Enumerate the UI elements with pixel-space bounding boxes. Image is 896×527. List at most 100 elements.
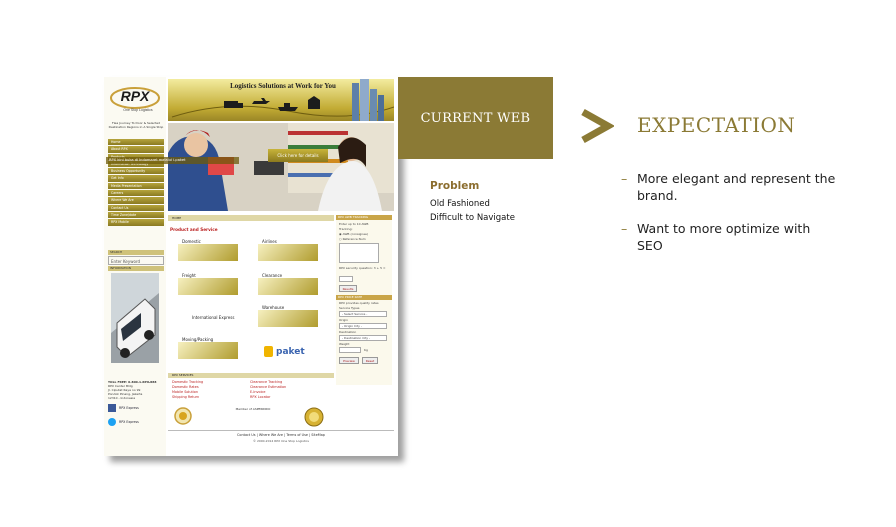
footer-copyright: © 2000-2014 RPX One Stop Logistics (253, 439, 309, 443)
expectation-title: EXPECTATION (637, 113, 796, 137)
service-label: Service Types (339, 306, 360, 310)
dash-icon: – (621, 171, 628, 186)
results-button[interactable]: Results (339, 285, 357, 292)
transport-icons (171, 79, 394, 121)
svg-text:RPX: RPX (121, 88, 151, 104)
nav-item[interactable]: Get Info (108, 175, 164, 182)
nav-item[interactable]: Home (108, 139, 164, 146)
asperindo-label: Member of ASPERINDO (235, 407, 271, 411)
ipaket-i-icon (264, 346, 273, 357)
rpx-logo: RPX One Stop Logistics (110, 87, 160, 112)
search-label: SEARCH (108, 250, 164, 255)
expectation-item: – Want to more optimize with SEO (621, 220, 831, 256)
details-button[interactable]: Click here for details (268, 149, 328, 162)
origin-label: Origin (339, 318, 349, 322)
nav-item[interactable]: Contact Us (108, 204, 164, 211)
awb-textarea[interactable] (339, 243, 379, 263)
facebook-link[interactable]: RPX Express (108, 403, 164, 413)
option-awb[interactable]: ◉ AWB (consignee) (339, 232, 391, 236)
service-tile[interactable]: Warehouse (258, 303, 318, 327)
option-reference[interactable]: ○ Reference Num (339, 237, 391, 241)
tracking-panel: RPX AWB TRACKING Enter up to 10 AWB Trac… (336, 215, 392, 385)
current-web-block: CURRENT WEB (398, 77, 553, 159)
quality-seal-icon (304, 407, 324, 427)
nav-item[interactable]: Where We Are (108, 197, 164, 204)
ipaket-label: paket (276, 347, 305, 357)
security-question: RPX security question: 3 + 5 = (339, 266, 386, 270)
twitter-label: RPX Express (119, 420, 139, 424)
weight-label: Weight (339, 342, 350, 346)
expectation-text: More elegant and represent the brand. (637, 171, 836, 203)
nav-item[interactable]: Business Opportunity (108, 168, 164, 175)
security-input[interactable] (339, 276, 353, 282)
service-tile[interactable]: Domestic (178, 237, 238, 261)
weight-unit: Kg (364, 348, 368, 352)
box-icon (178, 342, 238, 359)
hero-image (168, 123, 394, 211)
nav-item[interactable]: Time Zone/date (108, 211, 164, 219)
problem-title: Problem (430, 180, 480, 192)
service-tile[interactable]: Freight (178, 271, 238, 295)
current-website-screenshot: RPX One Stop Logistics Flea Journey To D… (104, 77, 398, 456)
service-select[interactable]: - Select Service - (339, 311, 387, 317)
svg-text:One Stop Logistics: One Stop Logistics (123, 108, 153, 112)
twitter-link[interactable]: RPX Express (108, 417, 164, 427)
warehouse-icon (258, 310, 318, 327)
information-label: INFORMATION (108, 266, 164, 271)
service-tile[interactable]: International Express (178, 303, 238, 327)
rate-hint: RPX provides quality rates (339, 301, 379, 305)
destination-label: Destination (339, 330, 357, 334)
nav-item[interactable]: Media Presentation (108, 182, 164, 190)
website-tagline: Flea Journey To Door & Selected Destinat… (108, 121, 164, 129)
expectation-text: Want to more optimize with SEO (637, 221, 811, 253)
service-link[interactable]: Shipping Return (172, 395, 203, 400)
truck-icon (178, 244, 238, 261)
website-nav: Home About RPX Products Information Tech… (108, 139, 164, 227)
origin-select[interactable]: - Origin City - (339, 323, 387, 329)
rate-title: RPX PRICE RATE (336, 295, 392, 300)
nav-item[interactable]: RPX Mobile (108, 219, 164, 226)
hero-caption: RPX kini buka di Indomaret melalui i-pak… (106, 157, 239, 164)
expectation-item: – More elegant and represent the brand. (621, 170, 835, 206)
chevron-right-icon (581, 108, 614, 144)
section-title: Product and Service (170, 227, 218, 232)
airplane-icon (258, 244, 318, 261)
option-awb-label: AWB (consignee) (342, 232, 369, 236)
ipaket-logo: paket (264, 344, 324, 360)
option-reference-label: Reference Num (342, 237, 366, 241)
links-right: Clearance Tracking Clearance Estimation … (250, 380, 286, 400)
weight-input[interactable] (339, 347, 361, 353)
footer-divider (168, 430, 394, 431)
service-tile[interactable]: Clearance (258, 271, 318, 295)
tracking-hint: Enter up to 10 AWB (339, 222, 369, 226)
tracking-title: RPX AWB TRACKING (336, 215, 392, 220)
problem-item: Difficult to Navigate (430, 213, 515, 223)
truck-photo (111, 273, 159, 363)
current-web-label: CURRENT WEB (420, 110, 531, 126)
keyword-input[interactable]: Enter Keyword (108, 256, 164, 265)
service-link[interactable]: RPX Locator (250, 395, 286, 400)
problem-item: Old Fashioned (430, 199, 490, 209)
service-tile[interactable]: Moving/Packing (178, 335, 238, 359)
destination-select[interactable]: - Destination City - (339, 335, 387, 341)
nav-item[interactable]: About RPX (108, 146, 164, 153)
service-name: International Express (192, 315, 235, 320)
contact-line: 12310 - Indonesia (108, 396, 136, 400)
preview-button[interactable]: Preview (339, 357, 359, 364)
ship-icon (178, 278, 238, 295)
services-links-header: RPX SERVICES (168, 373, 334, 378)
footer-nav[interactable]: Contact Us | Where We Are | Terms of Use… (168, 433, 394, 437)
links-left: Domestic Tracking Domestic Rates Mobile … (172, 380, 203, 400)
plane-icon (258, 278, 318, 295)
facebook-icon (108, 404, 116, 412)
dash-icon: – (621, 221, 628, 236)
facebook-label: RPX Express (119, 406, 139, 410)
website-banner: Logistics Solutions at Work for You (168, 79, 394, 121)
breadcrumb: HOME (168, 215, 334, 221)
award-badge-icon (174, 407, 192, 425)
service-tile[interactable]: Airlines (258, 237, 318, 261)
reset-button[interactable]: Reset (362, 357, 378, 364)
twitter-icon (108, 418, 116, 426)
asperindo-logo: Member of ASPERINDO (228, 407, 278, 411)
nav-item[interactable]: Careers (108, 190, 164, 197)
